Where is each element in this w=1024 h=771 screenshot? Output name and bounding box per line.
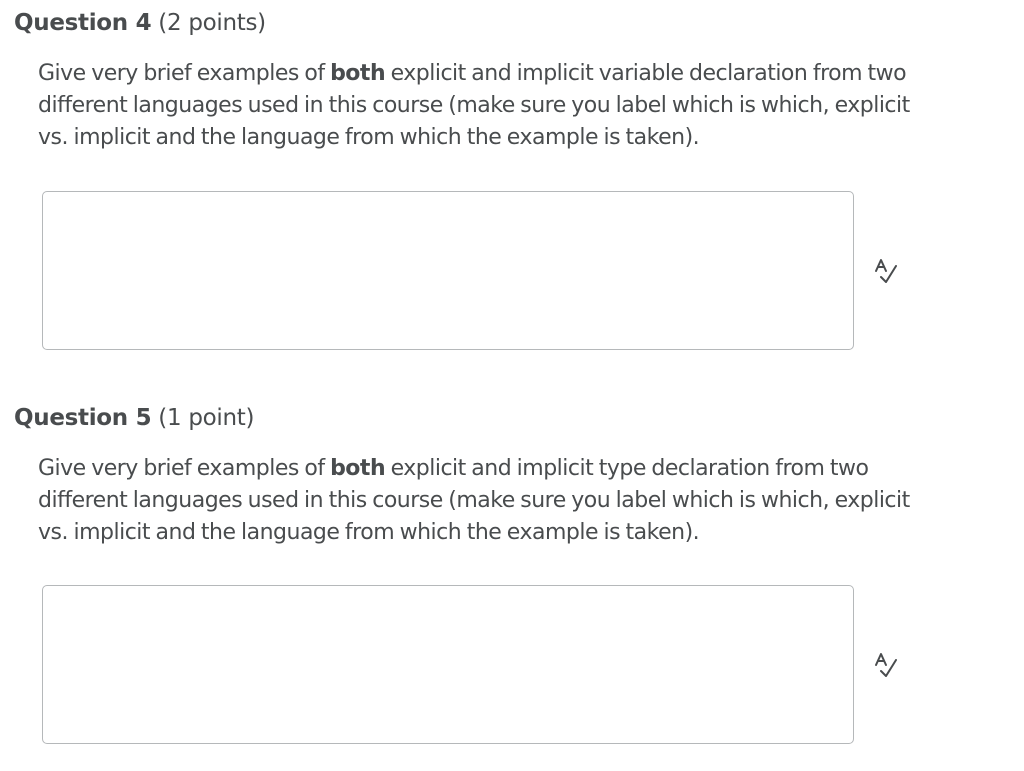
question-5-prompt: Give very brief examples of both explici… [38, 453, 1018, 549]
question-4-answer-box[interactable] [42, 191, 854, 350]
question-5-answer-box[interactable] [42, 585, 854, 744]
prompt-line-2: different languages used in this course … [38, 93, 910, 118]
prompt-line-3: vs. implicit and the language from which… [38, 125, 700, 150]
prompt-line-1: Give very brief examples of both explici… [38, 61, 907, 86]
question-points: (1 point) [158, 405, 255, 431]
question-name: Question 4 [14, 10, 152, 36]
question-4-title: Question 4 (2 points) [14, 8, 266, 38]
spellcheck-icon[interactable] [872, 652, 902, 678]
prompt-line-2: different languages used in this course … [38, 488, 910, 513]
question-5-title: Question 5 (1 point) [14, 403, 254, 433]
emphasis-both: both [330, 61, 386, 86]
emphasis-both: both [330, 456, 386, 481]
spellcheck-icon[interactable] [872, 258, 902, 284]
question-points: (2 points) [158, 10, 266, 36]
question-name: Question 5 [14, 405, 152, 431]
prompt-line-3: vs. implicit and the language from which… [38, 520, 700, 545]
question-4-prompt: Give very brief examples of both explici… [38, 58, 1018, 154]
prompt-line-1: Give very brief examples of both explici… [38, 456, 869, 481]
